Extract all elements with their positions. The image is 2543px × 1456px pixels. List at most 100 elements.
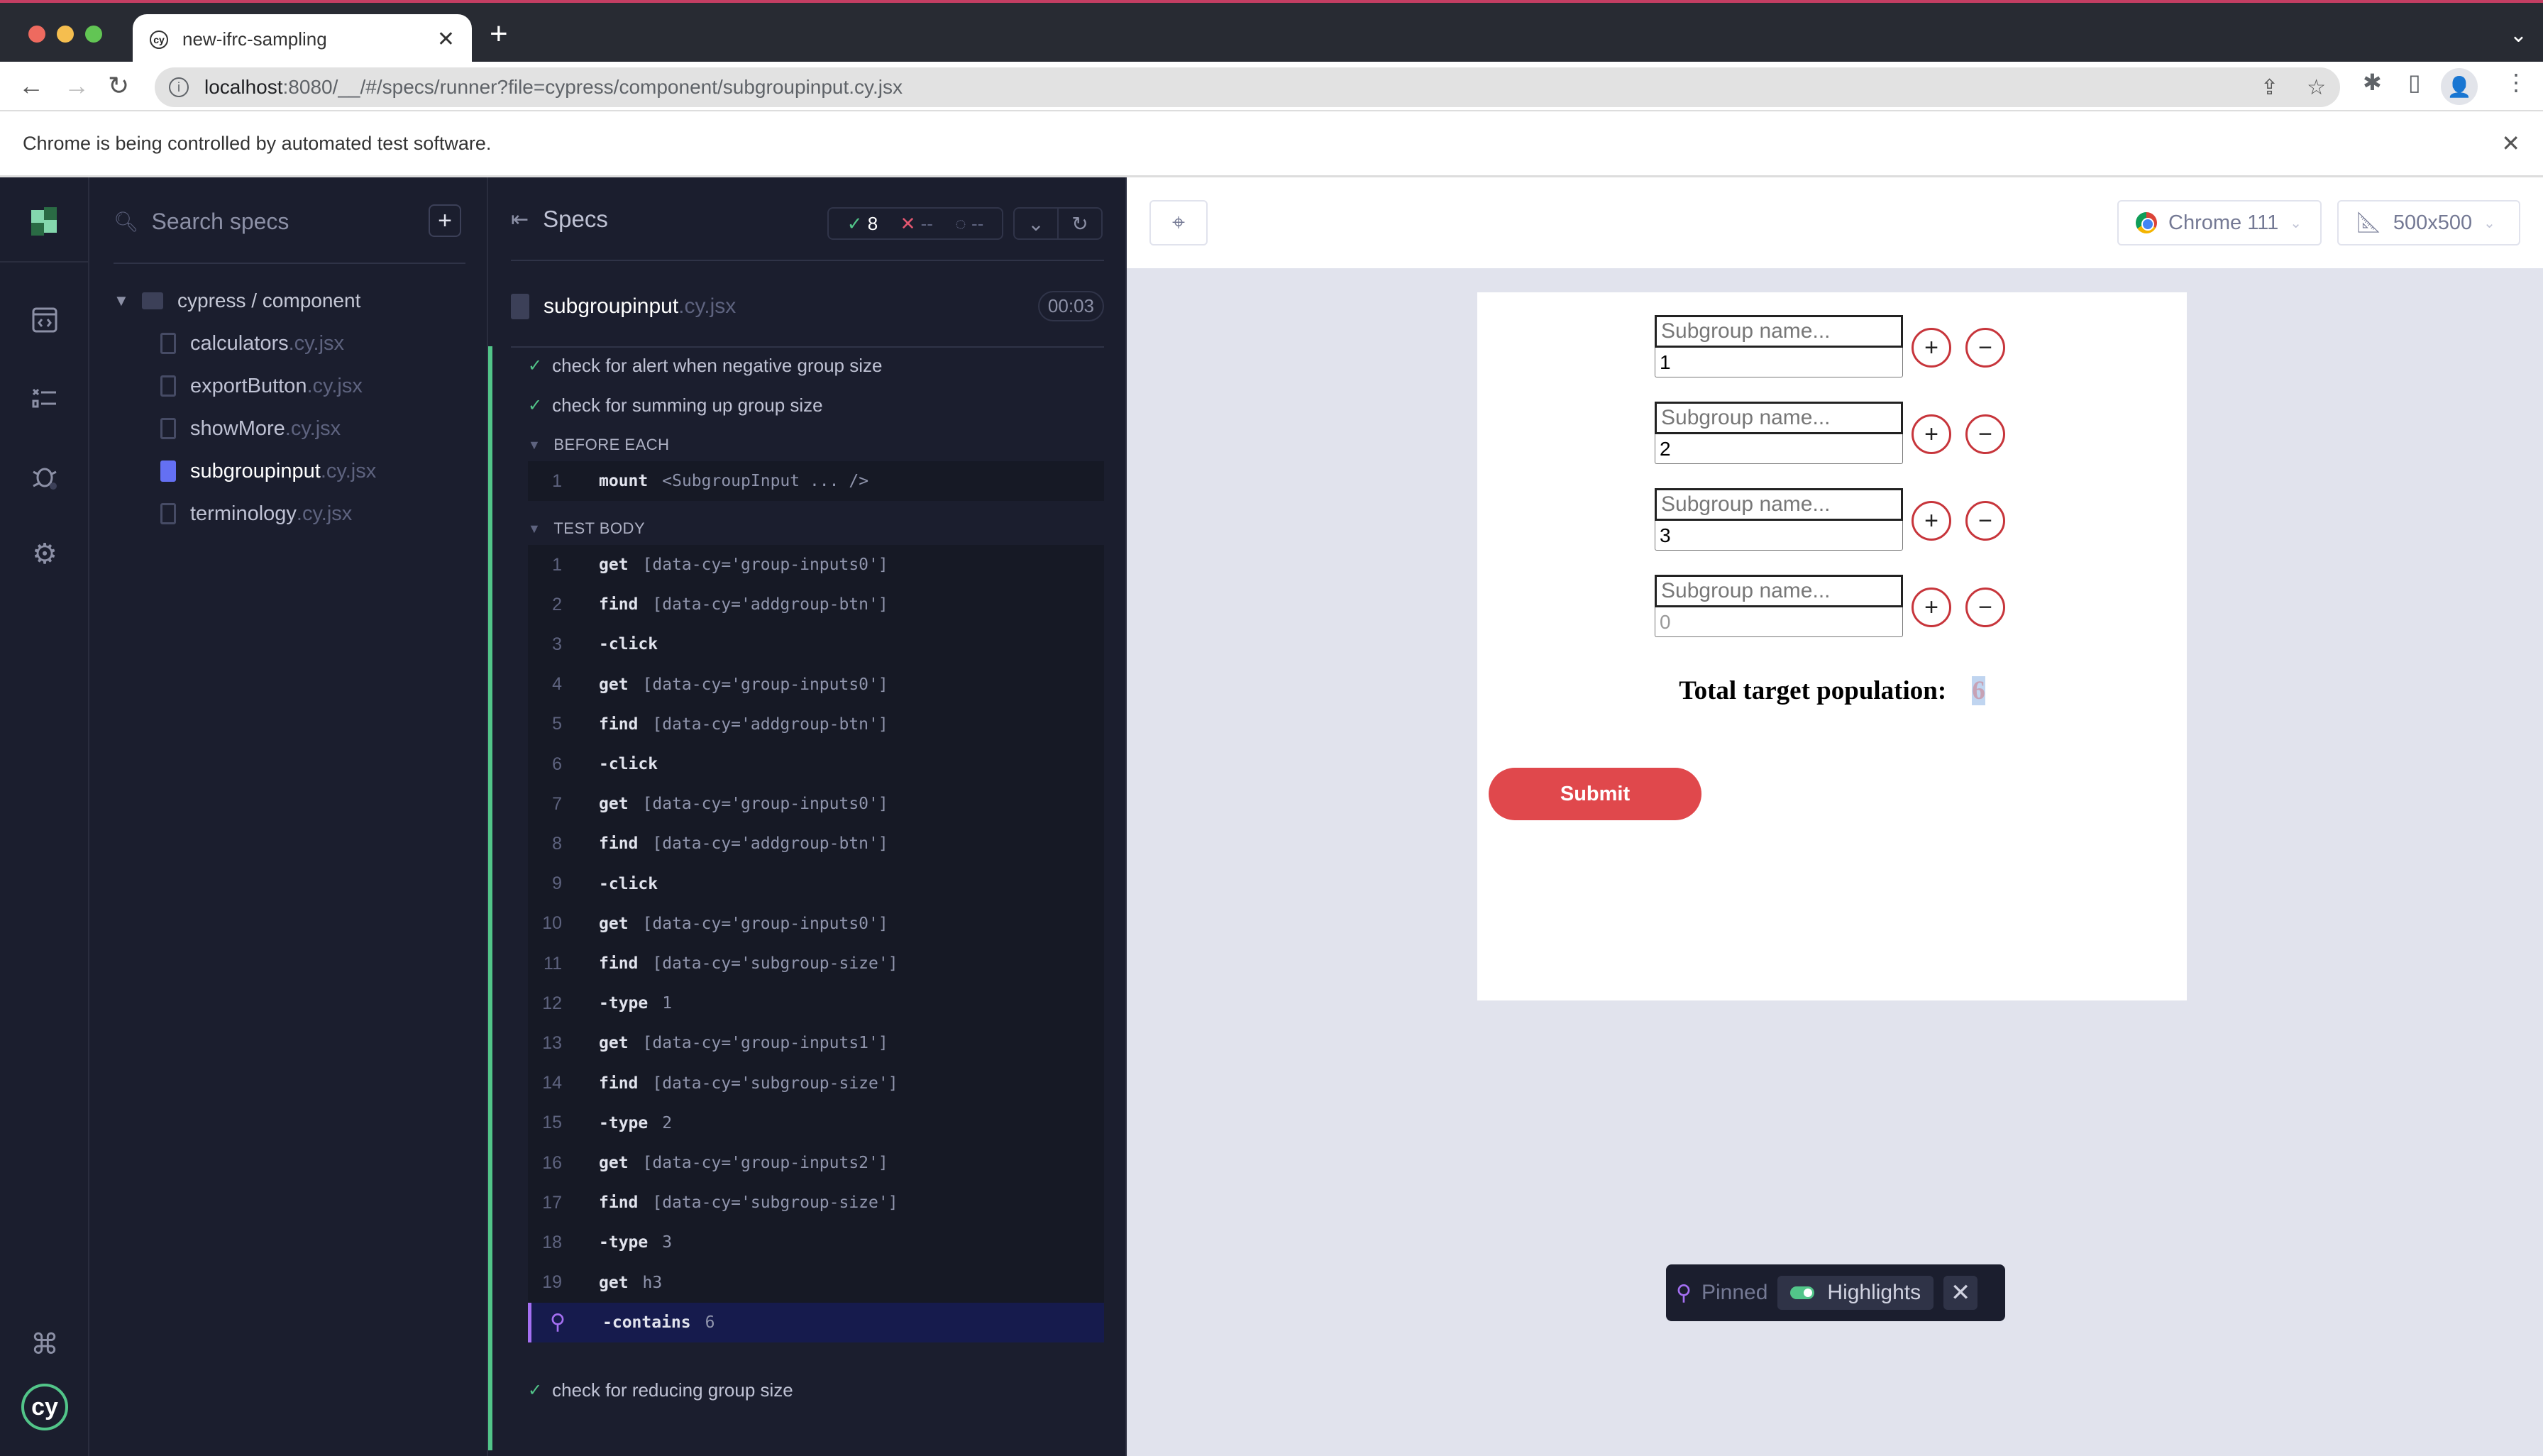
spec-file-calculators[interactable]: calculators .cy.jsx	[160, 329, 344, 358]
chevron-down-icon: ▼	[528, 437, 541, 452]
submit-button[interactable]: Submit	[1489, 768, 1701, 820]
cypress-logo-icon[interactable]: cy	[21, 1384, 68, 1430]
subgroup-name-input[interactable]: Subgroup name...	[1655, 402, 1903, 434]
add-subgroup-button[interactable]: +	[1912, 414, 1951, 454]
command-row[interactable]: 10 get [data-cy='group-inputs0']	[528, 904, 1104, 944]
folder-row[interactable]: ▼ cypress / component	[114, 287, 360, 315]
expand-chevron-icon[interactable]: ⌄	[1015, 209, 1059, 238]
command-row[interactable]: 17 find [data-cy='subgroup-size']	[528, 1183, 1104, 1223]
command-row[interactable]: 3 -click	[528, 624, 1104, 664]
subgroup-size-input[interactable]: 3	[1655, 521, 1903, 551]
spec-file-exportButton[interactable]: exportButton .cy.jsx	[160, 372, 363, 400]
browser-dropdown[interactable]: Chrome 111 ⌄	[2117, 200, 2322, 246]
specs-nav-icon[interactable]	[27, 302, 62, 338]
info-icon[interactable]: i	[169, 77, 189, 97]
keyboard-shortcuts-icon[interactable]: ⌘	[27, 1327, 62, 1362]
project-logo-icon[interactable]	[31, 207, 60, 236]
subgroup-name-input[interactable]: Subgroup name...	[1655, 488, 1903, 521]
url-bar[interactable]: i localhost:8080/__/#/specs/runner?file=…	[155, 67, 2340, 107]
aut-viewport: Subgroup name... 1 + − Subgroup name... 2 + − Su…	[1477, 292, 2187, 1000]
subgroup-size-input[interactable]: 1	[1655, 348, 1903, 377]
command-row[interactable]: 19 get h3	[528, 1263, 1104, 1303]
command-number: 4	[552, 674, 562, 695]
debug-nav-icon[interactable]	[27, 458, 62, 494]
document-icon	[160, 375, 176, 397]
runs-nav-icon[interactable]	[27, 380, 62, 416]
search-specs-input[interactable]: 🔍︎ Search specs	[114, 204, 454, 238]
command-number: 16	[542, 1152, 562, 1173]
unpin-close-icon[interactable]: ✕	[1943, 1276, 1978, 1310]
spec-file-terminology[interactable]: terminology .cy.jsx	[160, 500, 352, 528]
reporter-panel: ⇤ Specs ✓ 8 ✕ -- ◌ -- ⌄ ↻ subgroupinput.…	[488, 177, 1127, 1456]
remove-subgroup-button[interactable]: −	[1965, 414, 2005, 454]
reporter-controls: ⌄ ↻	[1013, 207, 1103, 240]
command-row[interactable]: 15 -type 2	[528, 1103, 1104, 1143]
command-row[interactable]: 8 find [data-cy='addgroup-btn']	[528, 824, 1104, 864]
subgroup-size-input[interactable]: 2	[1655, 434, 1903, 464]
command-name: -contains	[602, 1313, 691, 1332]
window-maximize-button[interactable]	[85, 26, 102, 43]
aut-header: ⌖ Chrome 111 ⌄ 📐︎ 500x500 ⌄	[1127, 177, 2543, 268]
test-item[interactable]: ✓ check for summing up group size	[528, 395, 823, 417]
command-row[interactable]: 4 get [data-cy='group-inputs0']	[528, 665, 1104, 705]
highlights-toggle[interactable]: Highlights	[1777, 1276, 1934, 1310]
window-minimize-button[interactable]	[57, 26, 74, 43]
tab-close-icon[interactable]: ✕	[437, 27, 455, 52]
menu-icon[interactable]: ⋮	[2505, 69, 2527, 96]
add-subgroup-button[interactable]: +	[1912, 588, 1951, 627]
sidepanel-icon[interactable]: ▯	[2408, 69, 2421, 96]
profile-icon[interactable]: 👤	[2441, 68, 2478, 105]
command-row[interactable]: 2 find [data-cy='addgroup-btn']	[528, 585, 1104, 624]
toggle-switch[interactable]	[1790, 1286, 1815, 1299]
subgroup-size-input[interactable]: 0	[1655, 607, 1903, 637]
infobar-close-icon[interactable]: ✕	[2501, 130, 2520, 157]
window-close-button[interactable]	[28, 26, 45, 43]
extensions-icon[interactable]: ✱	[2363, 69, 2382, 96]
pin-icon: ⚲	[1676, 1281, 1692, 1305]
subgroup-name-input[interactable]: Subgroup name...	[1655, 315, 1903, 348]
hook-test-body[interactable]: ▼ TEST BODY	[528, 519, 645, 538]
test-item[interactable]: ✓ check for alert when negative group si…	[528, 355, 882, 377]
command-row[interactable]: 18 -type 3	[528, 1223, 1104, 1262]
back-icon[interactable]: ←	[18, 73, 44, 99]
command-row[interactable]: 12 -type 1	[528, 983, 1104, 1023]
command-row[interactable]: 16 get [data-cy='group-inputs2']	[528, 1143, 1104, 1183]
command-row[interactable]: 13 get [data-cy='group-inputs1']	[528, 1023, 1104, 1063]
forward-icon[interactable]: →	[64, 73, 89, 99]
command-row[interactable]: 7 get [data-cy='group-inputs0']	[528, 784, 1104, 824]
settings-gear-icon[interactable]: ⚙	[27, 536, 62, 572]
divider	[511, 260, 1104, 261]
add-subgroup-button[interactable]: +	[1912, 328, 1951, 368]
remove-subgroup-button[interactable]: −	[1965, 588, 2005, 627]
remove-subgroup-button[interactable]: −	[1965, 501, 2005, 541]
tab-search-chevron-icon[interactable]: ⌄	[2510, 23, 2527, 48]
browser-tab[interactable]: cy new-ifrc-sampling ✕	[133, 14, 472, 65]
command-message: 1	[662, 994, 673, 1013]
command-name: get	[599, 795, 629, 814]
share-icon[interactable]: ⇪	[2261, 75, 2278, 100]
spec-file-subgroupinput[interactable]: subgroupinput .cy.jsx	[160, 457, 376, 485]
subgroup-name-input[interactable]: Subgroup name...	[1655, 575, 1903, 607]
pinned-command-row[interactable]: ⚲ -contains 6	[528, 1302, 1104, 1342]
command-row[interactable]: 11 find [data-cy='subgroup-size']	[528, 944, 1104, 983]
command-row[interactable]: 14 find [data-cy='subgroup-size']	[528, 1064, 1104, 1103]
command-row[interactable]: 1 get [data-cy='group-inputs0']	[528, 545, 1104, 585]
remove-subgroup-button[interactable]: −	[1965, 328, 2005, 368]
selector-playground-crosshair-icon[interactable]: ⌖	[1149, 200, 1208, 246]
star-icon[interactable]: ☆	[2307, 75, 2326, 100]
rerun-icon[interactable]: ↻	[1059, 209, 1101, 238]
add-subgroup-button[interactable]: +	[1912, 501, 1951, 541]
reload-icon[interactable]: ↻	[108, 73, 129, 99]
command-row[interactable]: 9 -click	[528, 864, 1104, 904]
hook-before-each[interactable]: ▼ BEFORE EACH	[528, 436, 670, 454]
new-spec-button[interactable]: +	[429, 204, 461, 237]
command-row[interactable]: 6 -click	[528, 744, 1104, 784]
new-tab-button[interactable]: +	[490, 18, 508, 50]
spec-file-showMore[interactable]: showMore .cy.jsx	[160, 414, 341, 443]
command-row[interactable]: 1 mount <SubgroupInput ... />	[528, 461, 1104, 501]
specs-toggle[interactable]: ⇤ Specs	[511, 206, 608, 233]
command-name: -type	[599, 994, 649, 1013]
test-item[interactable]: ✓ check for reducing group size	[528, 1379, 793, 1401]
viewport-dropdown[interactable]: 📐︎ 500x500 ⌄	[2337, 200, 2520, 246]
command-row[interactable]: 5 find [data-cy='addgroup-btn']	[528, 705, 1104, 744]
